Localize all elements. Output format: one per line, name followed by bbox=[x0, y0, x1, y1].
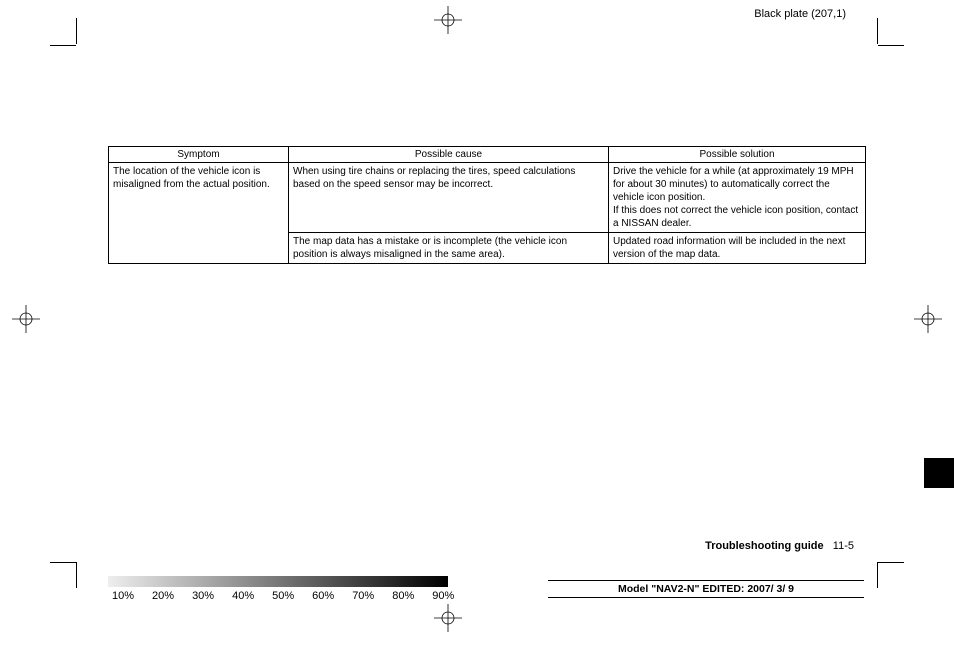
percent-label: 70% bbox=[352, 590, 374, 602]
crop-mark bbox=[878, 45, 904, 46]
registration-mark-icon bbox=[434, 6, 462, 34]
percent-label: 10% bbox=[112, 590, 134, 602]
density-gradient-bar bbox=[108, 576, 448, 587]
crop-mark bbox=[877, 562, 878, 588]
table-row: The location of the vehicle icon is misa… bbox=[109, 163, 866, 233]
table-cell-solution: Drive the vehicle for a while (at approx… bbox=[609, 163, 866, 233]
crop-mark bbox=[76, 562, 77, 588]
crop-mark bbox=[50, 45, 76, 46]
percent-label: 30% bbox=[192, 590, 214, 602]
model-edition-bar: Model "NAV2-N" EDITED: 2007/ 3/ 9 bbox=[548, 580, 864, 598]
table-cell-solution: Updated road information will be include… bbox=[609, 233, 866, 264]
percent-label: 40% bbox=[232, 590, 254, 602]
registration-mark-icon bbox=[914, 305, 942, 333]
section-footer: Troubleshooting guide 11-5 bbox=[705, 540, 854, 552]
page-tab bbox=[924, 458, 954, 488]
registration-mark-icon bbox=[434, 604, 462, 632]
table-cell-cause: When using tire chains or replacing the … bbox=[289, 163, 609, 233]
percent-label: 50% bbox=[272, 590, 294, 602]
crop-mark bbox=[877, 18, 878, 44]
crop-mark bbox=[50, 562, 76, 563]
percent-label: 90% bbox=[432, 590, 454, 602]
percent-label: 20% bbox=[152, 590, 174, 602]
crop-mark bbox=[878, 562, 904, 563]
section-label: Troubleshooting guide bbox=[705, 540, 824, 552]
troubleshooting-table: Symptom Possible cause Possible solution… bbox=[108, 146, 866, 264]
table-header: Possible solution bbox=[609, 147, 866, 163]
table-header: Symptom bbox=[109, 147, 289, 163]
percent-label: 60% bbox=[312, 590, 334, 602]
percent-scale-row: 10% 20% 30% 40% 50% 60% 70% 80% 90% bbox=[112, 590, 472, 602]
page-number: 11-5 bbox=[833, 540, 854, 552]
table-cell-symptom: The location of the vehicle icon is misa… bbox=[109, 163, 289, 264]
table-cell-cause: The map data has a mistake or is incompl… bbox=[289, 233, 609, 264]
table-header: Possible cause bbox=[289, 147, 609, 163]
percent-label: 80% bbox=[392, 590, 414, 602]
plate-label: Black plate (207,1) bbox=[754, 8, 846, 20]
content-area: Symptom Possible cause Possible solution… bbox=[108, 146, 866, 264]
registration-mark-icon bbox=[12, 305, 40, 333]
crop-mark bbox=[76, 18, 77, 44]
